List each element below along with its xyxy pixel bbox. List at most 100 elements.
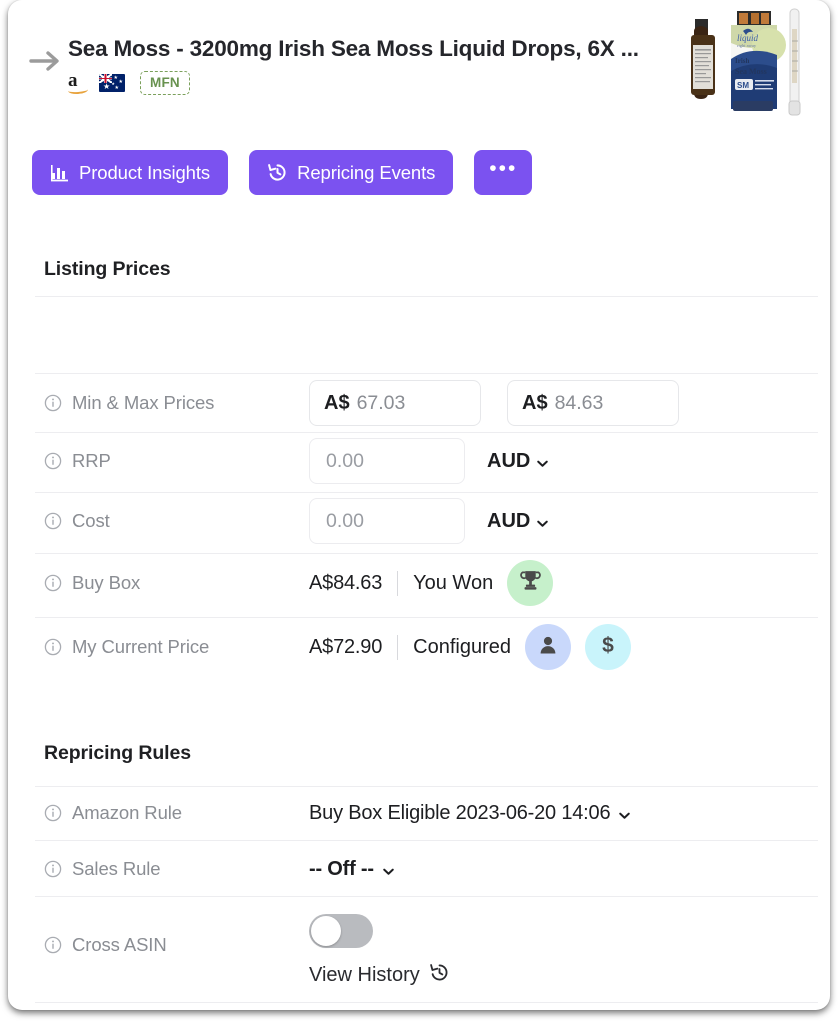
sales-rule-value: -- Off -- [309,857,374,880]
svg-text:$: $ [602,634,614,657]
cost-currency-select[interactable]: AUD [487,510,550,533]
buy-box-label-group: Buy Box [44,572,309,594]
amazon-smile-icon [67,85,89,95]
my-current-price-value: A$72.90 [309,635,383,658]
svg-text:SM: SM [737,81,749,90]
divider [35,786,818,787]
more-actions-button[interactable]: ••• [474,150,533,195]
product-title-block: Sea Moss - 3200mg Irish Sea Moss Liquid … [67,36,668,95]
max-price-value: 84.63 [554,391,604,414]
info-icon[interactable] [44,394,62,412]
amazon-rule-select[interactable]: Buy Box Eligible 2023-06-20 14:06 [309,802,632,825]
chevron-down-icon [617,806,632,821]
amazon-rule-label-group: Amazon Rule [44,802,309,824]
row-buy-box: Buy Box A$84.63 You Won [44,560,554,606]
product-insights-button[interactable]: Product Insights [32,150,229,195]
info-icon[interactable] [44,936,62,954]
svg-text:right away: right away [737,43,757,48]
repricing-events-label: Repricing Events [297,161,436,183]
row-sales-rule: Sales Rule -- Off -- [44,850,396,888]
svg-text:liquid: liquid [737,33,759,43]
cross-asin-controls: View History [309,910,450,989]
cost-label: Cost [72,510,110,531]
repricing-events-button[interactable]: Repricing Events [249,150,454,195]
view-history-label: View History [309,964,420,986]
cost-value: 0.00 [326,509,364,532]
flag-star: ★ [103,82,111,91]
bar-chart-icon [50,163,70,183]
max-currency-prefix: A$ [522,391,548,414]
dollar-badge[interactable]: $ [584,624,631,670]
row-amazon-rule: Amazon Rule Buy Box Eligible 2023-06-20 … [44,794,632,832]
page-title: Sea Moss - 3200mg Irish Sea Moss Liquid … [68,36,639,61]
rrp-label-group: RRP [44,450,309,472]
card-header: Sea Moss - 3200mg Irish Sea Moss Liquid … [8,0,830,129]
listing-prices-heading: Listing Prices [44,258,171,281]
cross-asin-label-group: Cross ASIN [44,910,309,956]
info-icon[interactable] [44,574,62,592]
fulfilment-badge: MFN [140,71,190,95]
view-history-button[interactable]: View History [309,962,450,989]
svg-text:Sea Moss: Sea Moss [735,67,767,76]
chevron-down-icon [381,862,396,877]
max-price-input[interactable]: A$ 84.63 [507,380,679,426]
info-icon[interactable] [44,452,62,470]
amazon-rule-value: Buy Box Eligible 2023-06-20 14:06 [309,801,611,824]
cost-currency-value: AUD [487,509,531,532]
marketplace-badges: a ★ ★ ★ ★ ★ MFN [67,71,668,95]
flag-star: ★ [111,81,115,86]
info-icon[interactable] [44,638,62,656]
australia-flag-icon: ★ ★ ★ ★ ★ [99,74,125,92]
min-price-input[interactable]: A$ 67.03 [309,380,481,426]
divider [35,432,818,433]
min-max-label-group: Min & Max Prices [44,392,309,414]
divider [35,896,818,897]
cross-asin-toggle[interactable] [309,914,373,948]
buy-box-label: Buy Box [72,572,141,593]
info-icon[interactable] [44,804,62,822]
dollar-icon: $ [596,633,620,662]
row-min-max-prices: Min & Max Prices A$ 67.03 A$ 84.63 [44,380,679,426]
person-badge[interactable] [524,624,571,670]
flag-star: ★ [118,79,123,85]
trophy-badge[interactable] [507,560,554,606]
cost-label-group: Cost [44,510,309,532]
sales-rule-select[interactable]: -- Off -- [309,858,396,881]
rrp-currency-select[interactable]: AUD [487,450,550,473]
min-price-value: 67.03 [356,391,406,414]
sales-rule-label: Sales Rule [72,858,161,879]
row-rrp: RRP 0.00 AUD [44,438,550,484]
chevron-down-icon [535,454,550,469]
separator [397,634,399,660]
flag-star: ★ [114,85,119,91]
divider [35,553,818,554]
ellipsis-icon: ••• [489,157,518,180]
rrp-input[interactable]: 0.00 [309,438,465,484]
rrp-label: RRP [72,450,111,471]
cost-input[interactable]: 0.00 [309,498,465,544]
divider [35,373,818,374]
divider [35,1002,818,1003]
history-icon [267,162,288,183]
product-thumbnail[interactable]: liquid right away Irish Sea Moss SM [685,1,817,129]
chevron-down-icon [535,514,550,529]
my-current-price-label-group: My Current Price [44,636,309,658]
person-icon [536,633,560,662]
row-my-current-price: My Current Price A$72.90 Configured $ [44,624,631,670]
divider [35,296,818,297]
repricing-rules-title: Repricing Rules [44,742,191,764]
my-current-price-status: Configured [413,635,511,658]
info-icon[interactable] [44,512,62,530]
listing-prices-title: Listing Prices [44,258,171,280]
product-insights-label: Product Insights [79,161,211,183]
toggle-knob [311,916,341,946]
history-icon [429,962,450,989]
min-max-label: Min & Max Prices [72,392,215,413]
my-current-price-label: My Current Price [72,636,210,657]
trophy-icon [518,568,543,598]
info-icon[interactable] [44,860,62,878]
arrow-right-icon[interactable] [28,48,62,74]
divider [35,617,818,618]
amazon-logo: a [67,71,90,95]
product-detail-card: Sea Moss - 3200mg Irish Sea Moss Liquid … [8,0,830,1010]
